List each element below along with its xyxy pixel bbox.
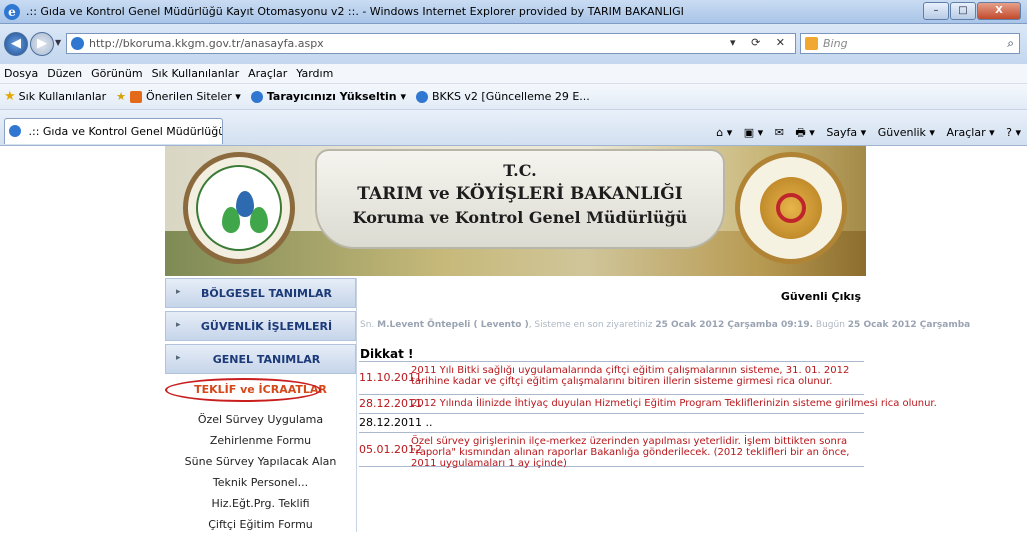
home-icon[interactable]: ⌂ ▾ bbox=[716, 126, 732, 139]
add-favorite-icon[interactable]: ★ bbox=[116, 90, 126, 103]
search-placeholder: Bing bbox=[823, 37, 848, 50]
menu-bar: Dosya Düzen Görünüm Sık Kullanılanlar Ar… bbox=[0, 64, 1027, 84]
submenu-item[interactable]: Hiz.Eğt.Prg. Teklifi bbox=[165, 493, 356, 514]
notice-title: Dikkat ! bbox=[360, 347, 414, 361]
banner-image: T.C. TARIM ve KÖYİŞLERİ BAKANLIĞI Koruma… bbox=[165, 146, 866, 276]
highlight-oval bbox=[165, 378, 321, 402]
sidebar-item-label: BÖLGESEL TANIMLAR bbox=[201, 287, 332, 300]
sidebar-item-label: GENEL TANIMLAR bbox=[212, 353, 321, 366]
favorite-upgrade-browser[interactable]: Tarayıcınızı Yükseltin ▾ bbox=[250, 90, 406, 103]
back-button[interactable]: ◀ bbox=[4, 32, 28, 56]
banner-ministry-name: TARIM ve KÖYİŞLERİ BAKANLIĞI bbox=[357, 184, 683, 204]
search-input[interactable]: Bing ⌕ bbox=[800, 33, 1020, 54]
tools-menu[interactable]: Araçlar ▾ bbox=[946, 126, 994, 139]
announcement-row: 28.12.2011 .. bbox=[359, 413, 864, 432]
url-field[interactable]: http://bkoruma.kkgm.gov.tr/anasayfa.aspx… bbox=[66, 33, 796, 54]
logo-ring bbox=[196, 165, 282, 251]
feeds-icon[interactable]: ▣ ▾ bbox=[744, 126, 763, 139]
tab-title: .:: Gıda ve Kontrol Genel Müdürlüğü Kayı… bbox=[28, 125, 223, 138]
safety-menu[interactable]: Güvenlik ▾ bbox=[878, 126, 935, 139]
today-label: Bugün bbox=[815, 320, 845, 330]
gear-icon bbox=[776, 193, 806, 223]
user-info: Sn. M.Levent Öntepeli ( Levento ), Siste… bbox=[360, 320, 970, 330]
star-icon: ★ bbox=[4, 89, 16, 104]
announcement-row: 28.12.2011 2012 Yılında İlinizde İhtiyaç… bbox=[359, 394, 937, 413]
minimize-button[interactable]: – bbox=[923, 2, 949, 20]
browser-tab[interactable]: .:: Gıda ve Kontrol Genel Müdürlüğü Kayı… bbox=[4, 118, 223, 144]
favorite-label: BKKS v2 [Güncelleme 29 E... bbox=[431, 90, 590, 103]
ie-page-icon bbox=[9, 125, 21, 137]
page-menu[interactable]: Sayfa ▾ bbox=[826, 126, 866, 139]
search-icon[interactable]: ⌕ bbox=[1007, 36, 1014, 51]
menu-item-favorites[interactable]: Sık Kullanılanlar bbox=[152, 67, 240, 80]
sidebar-item-guvenlik[interactable]: ▸ GÜVENLİK İŞLEMLERİ bbox=[165, 311, 356, 341]
announcement-text: 2012 Yılında İlinizde İhtiyaç duyulan Hi… bbox=[411, 398, 937, 409]
print-icon[interactable]: 🖶 ▾ bbox=[795, 126, 814, 139]
window-controls: – □ X bbox=[923, 2, 1021, 20]
close-button[interactable]: X bbox=[977, 2, 1021, 20]
submenu-item[interactable]: Zehirlenme Formu bbox=[165, 430, 356, 451]
favorite-label: Önerilen Siteler ▾ bbox=[146, 90, 241, 103]
last-visit-label: , Sisteme en son ziyaretiniz bbox=[528, 320, 653, 330]
favorites-bar: ★ Sık Kullanılanlar ★ Önerilen Siteler ▾… bbox=[0, 84, 1027, 110]
sidebar-item-bolgesel[interactable]: ▸ BÖLGESEL TANIMLAR bbox=[165, 278, 356, 308]
announcement-text: Özel sürvey girişlerinin ilçe-merkez üze… bbox=[411, 436, 850, 469]
submenu-item[interactable]: Özel Sürvey Uygulama bbox=[165, 409, 356, 430]
menu-item-dosya[interactable]: Dosya bbox=[4, 67, 38, 80]
favorites-button[interactable]: ★ Sık Kullanılanlar bbox=[4, 89, 106, 104]
window-title: .:: Gıda ve Kontrol Genel Müdürlüğü Kayı… bbox=[26, 5, 684, 18]
favorite-label: Tarayıcınızı Yükseltin ▾ bbox=[266, 90, 406, 103]
maximize-button[interactable]: □ bbox=[950, 2, 976, 20]
announcement-row: 11.10.2011 2011 Yılı Bitki sağlığı uygul… bbox=[359, 361, 864, 394]
ministry-logo-right bbox=[735, 152, 847, 264]
announcement-text: 2011 Yılı Bitki sağlığı uygulamalarında … bbox=[411, 365, 850, 387]
favorite-suggested-sites[interactable]: Önerilen Siteler ▾ bbox=[130, 90, 241, 103]
menu-item-duzen[interactable]: Düzen bbox=[47, 67, 82, 80]
logout-link[interactable]: Güvenli Çıkış bbox=[781, 290, 861, 303]
window-title-bar: e .:: Gıda ve Kontrol Genel Müdürlüğü Ka… bbox=[0, 0, 1027, 24]
banner-directorate-name: Koruma ve Kontrol Genel Müdürlüğü bbox=[352, 208, 688, 227]
mail-icon[interactable]: ✉ bbox=[775, 126, 784, 139]
suggested-sites-icon bbox=[130, 90, 143, 103]
submenu: Özel Sürvey Uygulama Zehirlenme Formu Sü… bbox=[165, 409, 356, 535]
green-leaf-icon bbox=[222, 207, 240, 233]
command-bar: ⌂ ▾ ▣ ▾ ✉ 🖶 ▾ Sayfa ▾ Güvenlik ▾ Araçlar… bbox=[708, 124, 1021, 143]
forward-button[interactable]: ▶ bbox=[30, 32, 54, 56]
header-banner: T.C. TARIM ve KÖYİŞLERİ BAKANLIĞI Koruma… bbox=[165, 146, 866, 279]
address-tools[interactable]: ▾ ⟳ ✕ bbox=[730, 36, 791, 49]
help-icon[interactable]: ? ▾ bbox=[1006, 126, 1021, 139]
page-viewport: T.C. TARIM ve KÖYİŞLERİ BAKANLIĞI Koruma… bbox=[0, 146, 1027, 532]
page-icon bbox=[71, 37, 84, 50]
last-visit-date: 25 Ocak 2012 Çarşamba 09:19. bbox=[655, 320, 814, 330]
ie-logo-icon: e bbox=[4, 4, 20, 20]
today-date: 25 Ocak 2012 Çarşamba bbox=[847, 320, 971, 330]
announcement-row: 05.01.2012 Özel sürvey girişlerinin ilçe… bbox=[359, 432, 864, 469]
history-dropdown-icon[interactable]: ▼ bbox=[55, 38, 61, 47]
menu-item-yardim[interactable]: Yardım bbox=[296, 67, 333, 80]
submenu-item[interactable]: Süne Sürvey Yapılacak Alan bbox=[165, 451, 356, 472]
tab-bar: .:: Gıda ve Kontrol Genel Müdürlüğü Kayı… bbox=[0, 110, 1027, 146]
sidebar-item-label: GÜVENLİK İŞLEMLERİ bbox=[200, 320, 333, 333]
bing-icon bbox=[805, 37, 818, 50]
green-leaf-icon bbox=[250, 207, 268, 233]
submenu-item[interactable]: Teknik Personel... bbox=[165, 472, 356, 493]
sidebar-nav: ▸ BÖLGESEL TANIMLAR ▸ GÜVENLİK İŞLEMLERİ… bbox=[165, 278, 356, 532]
banner-title-panel: T.C. TARIM ve KÖYİŞLERİ BAKANLIĞI Koruma… bbox=[315, 149, 725, 249]
announcement-date: 28.12.2011 .. bbox=[359, 416, 433, 429]
main-content: Güvenli Çıkış Sn. M.Levent Öntepeli ( Le… bbox=[356, 278, 970, 532]
ministry-logo-left bbox=[183, 152, 295, 264]
ie-page-icon bbox=[250, 90, 263, 103]
menu-item-gorunum[interactable]: Görünüm bbox=[91, 67, 142, 80]
favorites-label: Sık Kullanılanlar bbox=[18, 90, 107, 103]
menu-item-araclar[interactable]: Araçlar bbox=[248, 67, 287, 80]
address-bar: ◀ ▶ ▼ http://bkoruma.kkgm.gov.tr/anasayf… bbox=[0, 24, 1027, 64]
banner-line-tc: T.C. bbox=[503, 161, 537, 180]
url-text[interactable]: http://bkoruma.kkgm.gov.tr/anasayfa.aspx bbox=[89, 37, 324, 50]
user-prefix: Sn. bbox=[360, 320, 375, 330]
sidebar-item-teklif[interactable]: TEKLİF ve İCRAATLAR bbox=[165, 377, 356, 403]
favorite-bkks[interactable]: BKKS v2 [Güncelleme 29 E... bbox=[415, 90, 590, 103]
user-name: M.Levent Öntepeli ( Levento ) bbox=[377, 320, 529, 330]
sidebar-item-genel[interactable]: ▸ GENEL TANIMLAR bbox=[165, 344, 356, 374]
ie-page-icon bbox=[415, 90, 428, 103]
